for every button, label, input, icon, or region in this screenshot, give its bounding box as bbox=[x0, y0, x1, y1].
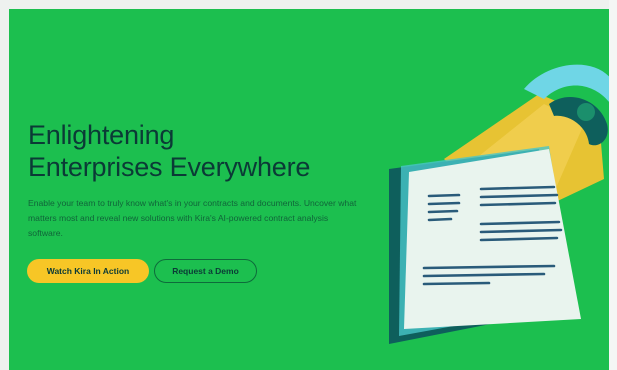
headline-line-1: Enlightening bbox=[28, 120, 175, 150]
hero-headline: Enlightening Enterprises Everywhere bbox=[28, 119, 368, 183]
page-edge bbox=[609, 0, 617, 370]
watch-kira-button[interactable]: Watch Kira In Action bbox=[27, 259, 149, 283]
headline-line-2: Enterprises Everywhere bbox=[28, 152, 311, 182]
page-frame: Enlightening Enterprises Everywhere Enab… bbox=[0, 0, 617, 370]
hero-section: Enlightening Enterprises Everywhere Enab… bbox=[9, 9, 609, 370]
hero-subtext: Enable your team to truly know what's in… bbox=[28, 198, 357, 238]
request-demo-button[interactable]: Request a Demo bbox=[154, 259, 257, 283]
hero-illustration bbox=[389, 64, 609, 344]
